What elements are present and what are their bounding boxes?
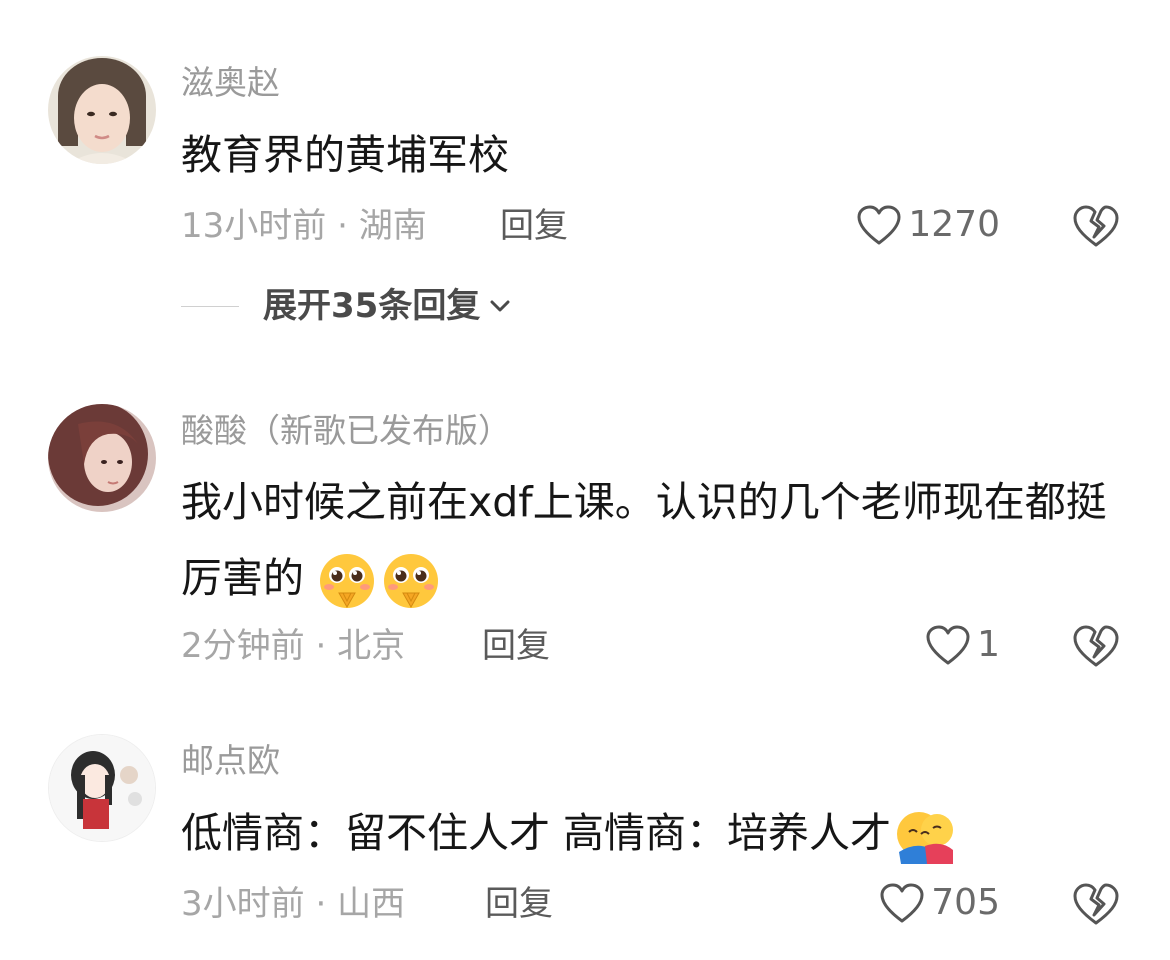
meta-separator: · (315, 884, 327, 924)
timestamp: 13小时前 (181, 206, 327, 246)
pleading-face-emoji (320, 554, 375, 609)
avatar[interactable] (48, 56, 156, 164)
heart-outline-icon (926, 625, 970, 665)
username[interactable]: 邮点欧 (181, 741, 280, 781)
expand-replies-button[interactable]: 展开35条回复 (181, 286, 514, 326)
avatar[interactable] (48, 734, 156, 842)
comment-text-content: 教育界的黄埔军校 (181, 131, 509, 179)
comment-text-content: 低情商：留不住人才 高情商：培养人才 (181, 809, 892, 857)
broken-heart-icon[interactable] (1072, 624, 1120, 668)
timestamp: 3小时前 (181, 884, 305, 924)
comment-text: 教育界的黄埔军校 (181, 118, 1141, 192)
like-count: 1270 (908, 204, 1000, 245)
divider (181, 305, 239, 307)
location: 湖南 (358, 206, 427, 246)
like-count: 1 (977, 624, 1000, 665)
like-count: 705 (931, 882, 1000, 923)
comment-meta: 13小时前 · 湖南 (181, 206, 427, 246)
location: 山西 (337, 884, 406, 924)
location: 北京 (337, 626, 406, 666)
username[interactable]: 滋奥赵 (181, 63, 280, 103)
comment-text: 低情商：留不住人才 高情商：培养人才 (181, 796, 1141, 870)
reply-button[interactable]: 回复 (485, 884, 553, 924)
expand-replies-label: 展开35条回复 (263, 286, 481, 326)
heart-outline-icon (880, 883, 924, 923)
reply-button[interactable]: 回复 (482, 626, 550, 666)
meta-separator: · (337, 206, 348, 246)
hug-emoji (897, 812, 954, 864)
comment-meta: 2分钟前 · 北京 (181, 626, 405, 666)
broken-heart-icon[interactable] (1072, 204, 1120, 248)
like-button[interactable]: 1 (925, 624, 1000, 666)
like-button[interactable]: 1270 (856, 204, 1000, 246)
meta-separator: · (315, 626, 327, 666)
comment-meta: 3小时前 · 山西 (181, 884, 405, 924)
like-button[interactable]: 705 (879, 882, 1000, 924)
avatar[interactable] (48, 404, 156, 512)
broken-heart-icon[interactable] (1072, 882, 1120, 926)
heart-outline-icon (857, 205, 901, 245)
reply-button[interactable]: 回复 (500, 206, 568, 246)
pleading-face-emoji (384, 554, 439, 609)
username[interactable]: 酸酸（新歌已发布版） (181, 411, 511, 451)
comment-text: 我小时候之前在xdf上课。认识的几个老师现在都挺厉害的 (181, 464, 1141, 616)
timestamp: 2分钟前 (181, 626, 305, 666)
chevron-down-icon (490, 300, 510, 312)
